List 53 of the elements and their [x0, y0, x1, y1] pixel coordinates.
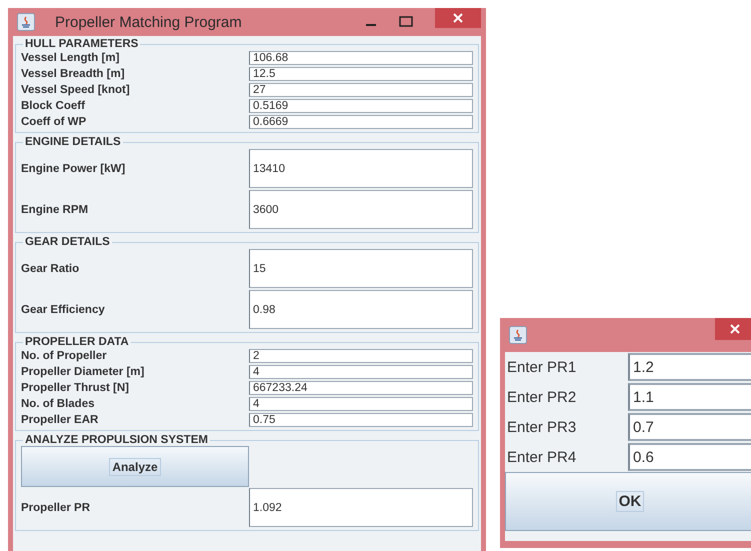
input-field[interactable]: 4 [249, 397, 473, 411]
close-icon [730, 324, 740, 334]
input-field[interactable]: 1.092 [249, 488, 473, 527]
section-title: GEAR DETAILS [24, 236, 111, 248]
input-field[interactable]: 3600 [249, 190, 473, 229]
close-button[interactable] [715, 318, 751, 340]
analyze-button[interactable]: Analyze [21, 446, 249, 487]
input-field[interactable]: 1.1 [628, 383, 751, 411]
section-title: PROPELLER DATA [24, 336, 130, 348]
field-label: No. of Propeller [21, 350, 108, 362]
field-label: Coeff of WP [21, 116, 88, 128]
field-label: Engine RPM [21, 204, 90, 216]
input-field[interactable]: 0.5169 [249, 99, 473, 113]
field-label: Enter PR2 [506, 388, 578, 406]
ok-button[interactable]: OK [505, 472, 751, 531]
field-label: Vessel Breadth [m] [21, 68, 126, 80]
field-label: Propeller Diameter [m] [21, 366, 146, 378]
section-title: ENGINE DETAILS [24, 136, 122, 148]
field-label: Gear Ratio [21, 262, 80, 274]
input-field[interactable]: 106.68 [249, 51, 473, 65]
maximize-icon[interactable] [399, 16, 413, 28]
field-label: Enter PR1 [506, 358, 578, 376]
close-icon [453, 13, 463, 23]
input-field[interactable]: 0.75 [249, 413, 473, 427]
field-label: Propeller PR [21, 502, 92, 514]
input-field[interactable]: 1.2 [628, 353, 751, 381]
field-label: Vessel Length [m] [21, 52, 120, 64]
input-field[interactable]: 15 [249, 249, 473, 288]
app-icon [17, 13, 35, 31]
input-field[interactable]: 12.5 [249, 67, 473, 81]
input-field[interactable]: 2 [249, 349, 473, 363]
close-button[interactable] [435, 8, 481, 28]
field-label: Propeller EAR [21, 414, 100, 426]
field-label: Propeller Thrust [N] [21, 382, 130, 394]
section-title: ANALYZE PROPULSION SYSTEM [24, 434, 209, 446]
window-title: Propeller Matching Program [55, 14, 243, 30]
section-title: HULL PARAMETERS [24, 38, 140, 50]
field-label: Engine Power [kW] [21, 162, 126, 174]
input-field[interactable]: 13410 [249, 149, 473, 188]
input-field[interactable]: 0.6669 [249, 115, 473, 129]
field-label: Vessel Speed [knot] [21, 84, 131, 96]
input-field[interactable]: 0.98 [249, 290, 473, 329]
field-label: Gear Efficiency [21, 304, 106, 316]
input-field[interactable]: 4 [249, 365, 473, 379]
field-label: No. of Blades [21, 398, 96, 410]
input-field[interactable]: 0.7 [628, 413, 751, 441]
field-label: Enter PR4 [506, 448, 578, 466]
field-label: Enter PR3 [506, 418, 578, 436]
input-field[interactable]: 27 [249, 83, 473, 97]
app-icon [509, 326, 527, 344]
input-field[interactable]: 667233.24 [249, 381, 473, 395]
field-label: Block Coeff [21, 100, 86, 112]
input-field[interactable]: 0.6 [628, 443, 751, 471]
